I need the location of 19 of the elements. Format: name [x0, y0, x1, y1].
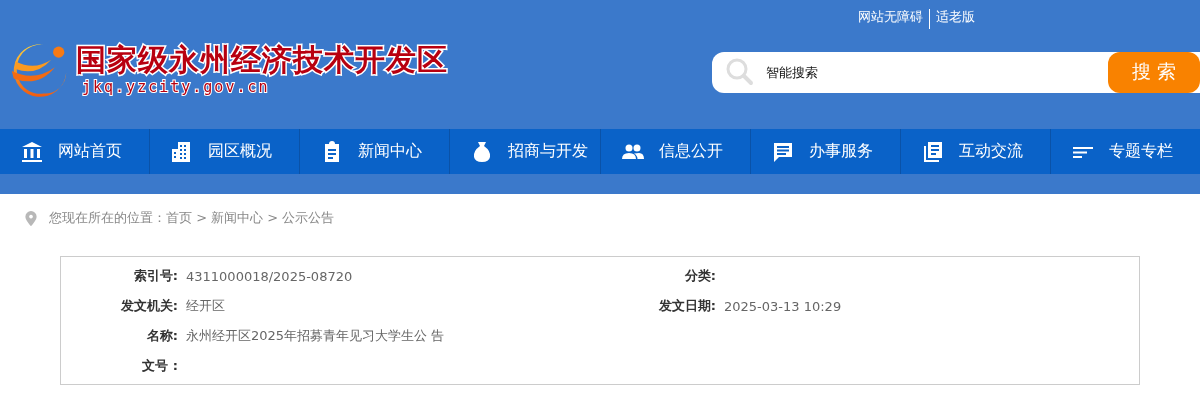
location-pin-icon [25, 210, 37, 226]
field-value: 4311000018/2025-08720 [186, 268, 354, 284]
search-icon [726, 58, 754, 86]
field-label: 名称: [145, 327, 179, 345]
nav-item[interactable]: 专题专栏 [1050, 129, 1200, 174]
field-value: 经开区 [186, 297, 226, 315]
field-value: 永州经开区2025年招募青年见习大学生公 告 [186, 327, 446, 345]
field-label: 索引号: [132, 267, 179, 285]
breadcrumb: 您现在所在的位置：首页 > 新闻中心 > 公示公告 [49, 209, 335, 227]
field-label: 发文机关: [119, 297, 179, 315]
site-title: 国家级永州经济技术开发区 [76, 42, 448, 78]
field-label: 发文日期: [657, 297, 717, 315]
site-domain: jkq.yzcity.gov.cn [82, 78, 271, 96]
bank-icon [20, 139, 44, 164]
field-value: 2025-03-13 10:29 [724, 298, 843, 314]
field-label: 分类: [683, 267, 717, 285]
field-label: 文号 : [141, 357, 179, 375]
top-link[interactable]: 网站无障碍 [858, 9, 923, 29]
top-link[interactable]: 适老版 [929, 9, 975, 29]
